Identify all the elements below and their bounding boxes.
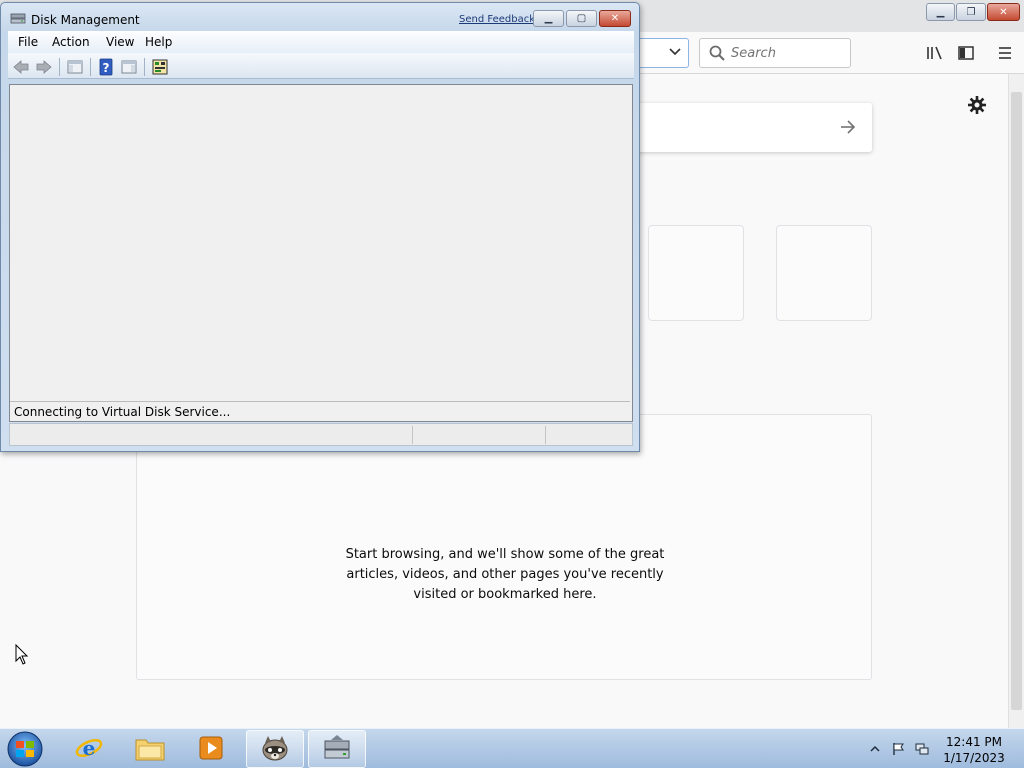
toolbar-separator: [144, 58, 145, 76]
menu-view[interactable]: View: [106, 35, 134, 49]
page-scrollbar[interactable]: [1008, 74, 1024, 728]
gear-icon[interactable]: [966, 94, 988, 116]
sidebar-icon[interactable]: [957, 44, 975, 62]
disk-management-taskbar-icon: [321, 733, 353, 766]
toolbar: ?: [8, 53, 634, 79]
search-icon: [708, 44, 726, 62]
firefox-minimize-button[interactable]: ▁: [926, 3, 955, 21]
media-player-icon: [197, 734, 225, 765]
window-title: Disk Management: [31, 13, 140, 27]
menu-bar: File Action View Help: [8, 31, 634, 53]
status-divider: [545, 426, 546, 444]
firefox-close-button[interactable]: ✕: [987, 3, 1020, 21]
highlights-empty-message: Start browsing, and we'll show some of t…: [345, 547, 665, 602]
disk-management-icon: [10, 11, 26, 27]
back-arrow-icon[interactable]: [12, 58, 30, 76]
raccoon-app-icon: [259, 733, 291, 766]
svg-text:e: e: [83, 736, 96, 760]
maximize-button[interactable]: ▢: [566, 10, 597, 27]
taskbar-internet-explorer[interactable]: e: [60, 730, 118, 768]
arrow-right-icon[interactable]: [838, 117, 858, 137]
status-bar: [9, 423, 633, 446]
clock-time: 12:41 PM: [946, 735, 1002, 749]
connection-status: Connecting to Virtual Disk Service...: [10, 401, 630, 421]
taskbar-raccoon-app[interactable]: [246, 730, 304, 768]
content-pane: [9, 84, 633, 422]
top-site-tile[interactable]: [648, 225, 744, 321]
top-site-tile[interactable]: [776, 225, 872, 321]
clock-date: 1/17/2023: [943, 751, 1005, 765]
close-button[interactable]: ✕: [599, 10, 631, 27]
toolbar-separator: [59, 58, 60, 76]
chevron-down-icon[interactable]: [668, 45, 682, 63]
forward-arrow-icon[interactable]: [35, 58, 53, 76]
folder-icon: [134, 734, 166, 765]
taskbar: e 12:41 PM 1/17/2023: [0, 728, 1024, 768]
internet-explorer-icon: e: [74, 733, 104, 766]
toolbar-separator: [90, 58, 91, 76]
minimize-button[interactable]: ▁: [533, 10, 564, 27]
menu-file[interactable]: File: [18, 35, 38, 49]
search-box[interactable]: Search: [699, 38, 851, 68]
library-icon[interactable]: [925, 44, 943, 62]
disk-properties-icon[interactable]: [151, 58, 169, 76]
send-feedback-link[interactable]: Send Feedback: [459, 14, 535, 25]
taskbar-file-explorer[interactable]: [121, 730, 179, 768]
disk-management-window[interactable]: Disk Management Send Feedback ▁ ▢ ✕ File…: [0, 2, 640, 452]
system-clock[interactable]: 12:41 PM 1/17/2023: [938, 734, 1010, 766]
help-icon[interactable]: ?: [97, 58, 115, 76]
svg-text:?: ?: [103, 61, 110, 75]
action-center-flag-icon[interactable]: [891, 742, 905, 756]
highlights-section: Start browsing, and we'll show some of t…: [136, 414, 872, 680]
mouse-cursor-icon: [15, 643, 29, 666]
search-placeholder: Search: [731, 46, 776, 61]
web-search-box[interactable]: [600, 103, 872, 152]
taskbar-media-player[interactable]: [182, 730, 240, 768]
menu-help[interactable]: Help: [145, 35, 172, 49]
show-hide-action-pane-icon[interactable]: [120, 58, 138, 76]
hamburger-menu-icon[interactable]: [996, 44, 1014, 62]
taskbar-disk-management[interactable]: [308, 730, 366, 768]
menu-action[interactable]: Action: [52, 35, 90, 49]
scrollbar-thumb[interactable]: [1011, 92, 1022, 710]
status-divider: [412, 426, 413, 444]
start-button[interactable]: [5, 730, 45, 768]
show-hidden-icons-icon[interactable]: [868, 742, 882, 756]
network-icon[interactable]: [915, 742, 929, 756]
show-hide-console-tree-icon[interactable]: [66, 58, 84, 76]
firefox-restore-button[interactable]: ❐: [956, 3, 986, 21]
